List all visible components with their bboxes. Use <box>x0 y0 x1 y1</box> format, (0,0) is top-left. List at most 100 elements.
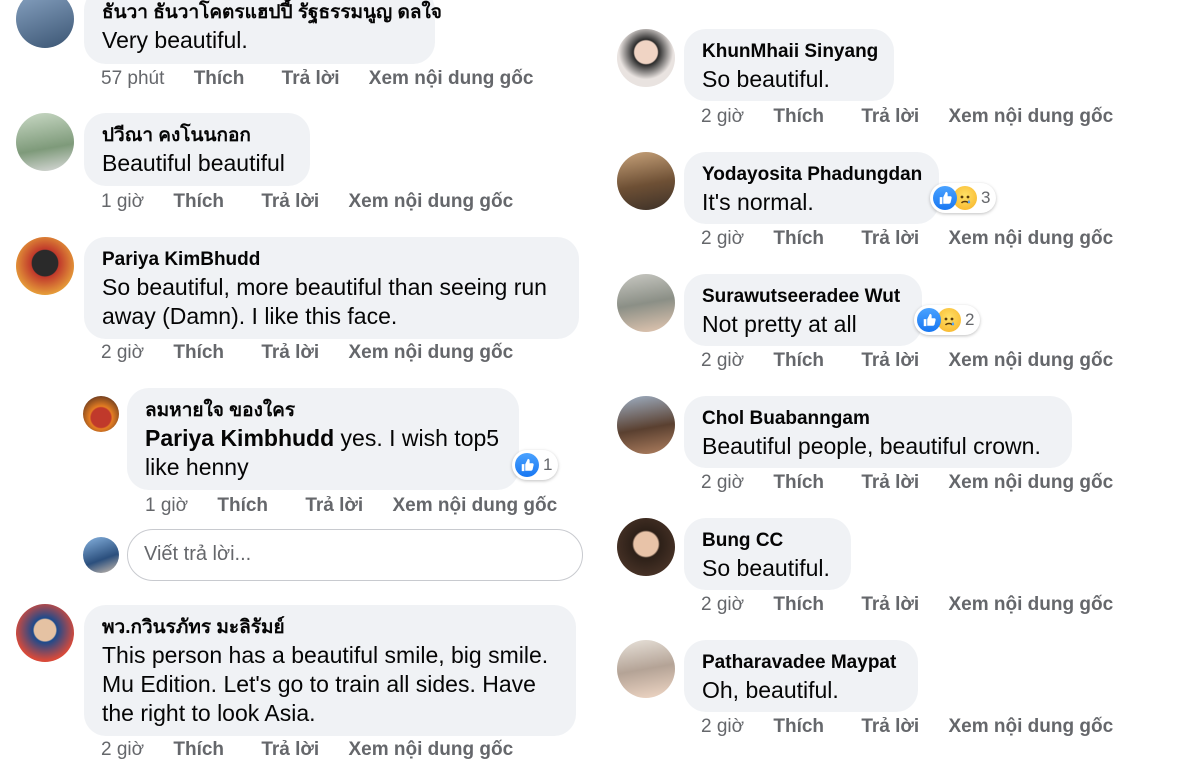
like-link[interactable]: Thích <box>773 226 824 252</box>
comment-time[interactable]: 2 giờ <box>701 348 744 374</box>
comment-bubble: ปวีณา คงโนนกอก Beautiful beautiful <box>84 113 310 186</box>
comment-text: It's normal. <box>702 189 814 215</box>
like-link[interactable]: Thích <box>773 348 824 374</box>
comment-text: Not pretty at all <box>702 311 857 337</box>
comment-actions: 1 giờ Thích Trả lời Xem nội dung gốc <box>145 493 557 519</box>
comment-bubble: Bung CC So beautiful. <box>684 518 851 590</box>
like-link[interactable]: Thích <box>773 714 824 740</box>
comment-time[interactable]: 2 giờ <box>701 470 744 496</box>
comment-time[interactable]: 57 phút <box>101 66 164 92</box>
comment-actions: 57 phút Thích Trả lời Xem nội dung gốc <box>101 66 533 92</box>
comment-time[interactable]: 1 giờ <box>101 189 144 215</box>
comment-bubble: Pariya KimBhudd So beautiful, more beaut… <box>84 237 579 339</box>
like-link[interactable]: Thích <box>173 189 224 215</box>
like-link[interactable]: Thích <box>773 470 824 496</box>
reply-link[interactable]: Trả lời <box>861 592 919 618</box>
like-link[interactable]: Thích <box>838 0 889 5</box>
see-original-link[interactable]: Xem nội dung gốc <box>948 592 1113 618</box>
avatar[interactable] <box>617 29 675 87</box>
see-original-link[interactable]: Xem nội dung gốc <box>948 226 1113 252</box>
see-original-link[interactable]: Xem nội dung gốc <box>348 340 513 366</box>
reaction-count: 3 <box>981 188 991 207</box>
comment-text: This person has a beautiful smile, big s… <box>102 642 549 726</box>
mention-link[interactable]: Pariya Kimbhudd <box>145 425 334 451</box>
like-reaction-icon <box>933 186 957 210</box>
reply-link[interactable]: Trả lời <box>861 470 919 496</box>
see-original-link[interactable]: Xem nội dung gốc <box>948 348 1113 374</box>
reply-link[interactable]: Trả lời <box>282 66 340 92</box>
comment-text: Very beautiful. <box>102 27 248 53</box>
like-link[interactable]: Thích <box>217 493 268 519</box>
see-original-link[interactable]: Xem nội dung gốc <box>392 493 557 519</box>
avatar[interactable] <box>16 604 74 662</box>
comment-time[interactable]: 2 giờ <box>701 226 744 252</box>
like-link[interactable]: Thích <box>173 737 224 763</box>
comment-author[interactable]: Chol Buabanngam <box>702 406 1054 432</box>
see-original-link[interactable]: Xem nội dung gốc <box>948 104 1113 130</box>
comment-time[interactable]: 2 giờ <box>701 104 744 130</box>
reaction-count: 1 <box>543 455 553 474</box>
comment-text: Pariya Kimbhudd yes. I wish top5 like he… <box>145 425 500 480</box>
like-reaction-icon <box>515 453 539 477</box>
comment-author[interactable]: Yodayosita Phadungdan <box>702 162 922 188</box>
like-link[interactable]: Thích <box>773 592 824 618</box>
avatar[interactable] <box>83 396 119 432</box>
comment-author[interactable]: Pariya KimBhudd <box>102 247 561 273</box>
avatar[interactable] <box>16 0 74 48</box>
comment-author[interactable]: ลมหายใจ ของใคร <box>145 398 501 424</box>
reaction-summary[interactable]: 1 <box>512 450 559 480</box>
reply-link[interactable]: Trả lời <box>861 348 919 374</box>
like-link[interactable]: Thích <box>773 104 824 130</box>
see-original-link[interactable]: Xem nội dung gốc <box>948 470 1113 496</box>
avatar[interactable] <box>617 152 675 210</box>
comment-actions: 2 giờ Thích Trả lời Xem nội dung gốc <box>701 714 1113 740</box>
avatar[interactable] <box>617 396 675 454</box>
see-original-link[interactable]: Xem nội dung gốc <box>948 714 1113 740</box>
see-original-link[interactable]: Xem nội dung gốc <box>369 66 534 92</box>
comment-author[interactable]: KhunMhaii Sinyang <box>702 39 878 65</box>
current-user-avatar[interactable] <box>83 537 119 573</box>
comment-actions: 2 giờ Thích Trả lời Xem nội dung gốc <box>701 348 1113 374</box>
reply-link[interactable]: Trả lời <box>261 189 319 215</box>
comment-author[interactable]: Bung CC <box>702 528 833 554</box>
comment-time[interactable]: 2 giờ <box>101 737 144 763</box>
comment-text: Oh, beautiful. <box>702 677 839 703</box>
comment-author[interactable]: พว.กวินรภัทร มะลิรัมย์ <box>102 615 558 641</box>
comment-actions: 2 giờ Thích Trả lời Xem nội dung gốc <box>701 226 1113 252</box>
reply-link[interactable]: Trả lời <box>261 737 319 763</box>
comment-time[interactable]: 1 giờ <box>145 493 188 519</box>
cut-off-actions: 2 giờ Thích Trả lời <box>700 0 974 6</box>
comment-bubble: พว.กวินรภัทร มะลิรัมย์ This person has a… <box>84 605 576 736</box>
like-link[interactable]: Thích <box>194 66 245 92</box>
avatar[interactable] <box>617 518 675 576</box>
see-original-link[interactable]: Xem nội dung gốc <box>348 189 513 215</box>
comment-time[interactable]: 2 giờ <box>101 340 144 366</box>
avatar[interactable] <box>617 640 675 698</box>
comment-actions: 1 giờ Thích Trả lời Xem nội dung gốc <box>101 189 513 215</box>
comment-actions: 2 giờ Thích Trả lời Xem nội dung gốc <box>101 737 513 763</box>
reaction-summary[interactable]: 2 <box>914 305 981 335</box>
comment-bubble: Chol Buabanngam Beautiful people, beauti… <box>684 396 1072 468</box>
reply-link[interactable]: Trả lời <box>861 714 919 740</box>
avatar[interactable] <box>16 237 74 295</box>
reply-link[interactable]: Trả lời <box>916 0 974 5</box>
comment-time[interactable]: 2 giờ <box>701 592 744 618</box>
reply-link[interactable]: Trả lời <box>861 104 919 130</box>
comment-author[interactable]: ปวีณา คงโนนกอก <box>102 123 292 149</box>
comment-author[interactable]: Patharavadee Maypat <box>702 650 900 676</box>
comment-text: So beautiful. <box>702 66 830 92</box>
reply-link[interactable]: Trả lời <box>261 340 319 366</box>
reaction-summary[interactable]: 3 <box>930 183 997 213</box>
like-link[interactable]: Thích <box>173 340 224 366</box>
comment-bubble: Surawutseeradee Wut Not pretty at all <box>684 274 922 346</box>
comment-author[interactable]: Surawutseeradee Wut <box>702 284 904 310</box>
reply-link[interactable]: Trả lời <box>305 493 363 519</box>
avatar[interactable] <box>16 113 74 171</box>
comment-time[interactable]: 2 giờ <box>701 714 744 740</box>
comment-author[interactable]: ธันวา ธันวาโคตรแฮปปี้ รัฐธรรมนูญ ดลใจ <box>102 0 442 26</box>
comment-text: Beautiful beautiful <box>102 150 285 176</box>
reply-link[interactable]: Trả lời <box>861 226 919 252</box>
avatar[interactable] <box>617 274 675 332</box>
see-original-link[interactable]: Xem nội dung gốc <box>348 737 513 763</box>
reply-input[interactable]: Viết trả lời... <box>127 529 583 581</box>
